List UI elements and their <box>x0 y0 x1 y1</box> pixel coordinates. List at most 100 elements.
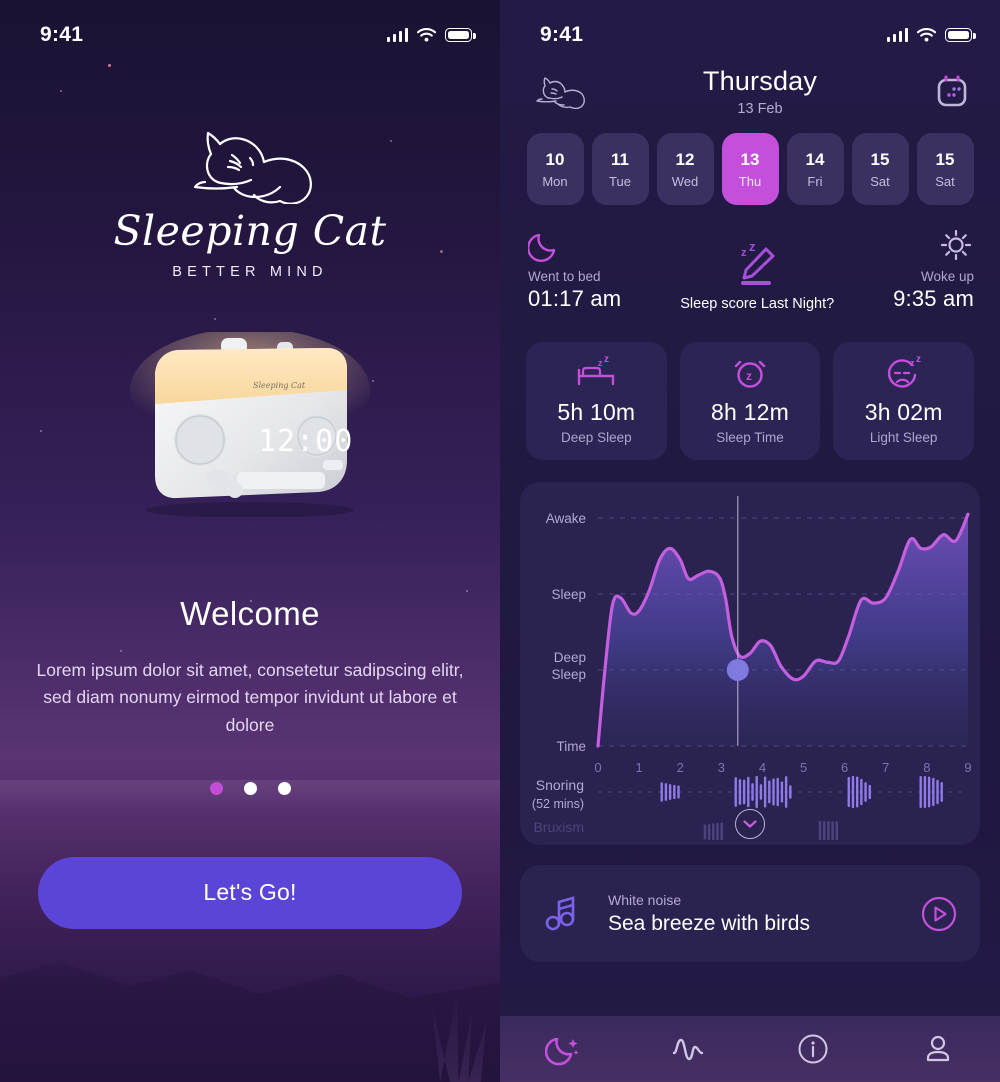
status-icons <box>886 28 976 42</box>
day-number: 15 <box>935 149 955 169</box>
white-noise-title: Sea breeze with birds <box>608 911 810 935</box>
sleep-stage-chart: AwakeSleepDeepSleepTime0 1 2 3 4 5 6 7 8 9 <box>546 496 972 775</box>
status-bar-right: 9:41 <box>500 0 1000 52</box>
day-weekday: Sat <box>870 173 890 189</box>
signal-bars-icon <box>886 28 908 42</box>
white-noise-card[interactable]: White noise Sea breeze with birds <box>520 865 980 962</box>
day-number: 12 <box>675 149 695 169</box>
svg-text:Deep: Deep <box>554 650 586 665</box>
pagination-dot-1[interactable] <box>209 781 223 795</box>
wifi-icon <box>417 28 436 42</box>
day-selector-strip[interactable]: 10 Mon 11 Tue 12 Wed 13 Thu 14 Fri 15 Sa… <box>500 117 1000 205</box>
sleeping-cat-logo-icon <box>193 131 312 204</box>
tab-sleep[interactable] <box>533 1026 593 1072</box>
stat-value: 3h 02m <box>864 399 943 425</box>
stat-caption: Light Sleep <box>869 430 938 445</box>
sleep-chart-card[interactable]: Awake Sleep Deep Sleep Time 0 1 2 3 4 5 6 7 8 9 Snorin… <box>520 482 980 845</box>
info-circle-icon <box>798 1034 827 1064</box>
pulse-wave-icon <box>672 1038 703 1061</box>
app-logo: Sleeping Cat BETTER MIND <box>0 120 500 280</box>
day-pill-1[interactable]: 11 Tue <box>591 133 649 205</box>
day-number: 14 <box>805 149 825 169</box>
day-pill-4[interactable]: 14 Fri <box>786 133 844 205</box>
expand-chart-button[interactable] <box>735 809 765 839</box>
stat-card-deep-sleep[interactable]: z z 5h 10m Deep Sleep <box>526 342 667 460</box>
svg-text:z: z <box>749 242 756 254</box>
svg-text:12:00: 12:00 <box>258 424 353 459</box>
person-icon <box>926 1035 949 1062</box>
header-title-block: Thursday 13 Feb <box>588 66 932 117</box>
day-pill-5[interactable]: 15 Sat <box>851 133 909 205</box>
day-pill-3-selected[interactable]: 13 Thu <box>721 133 779 205</box>
logo-tagline: BETTER MIND <box>172 264 328 281</box>
svg-text:Bruxism: Bruxism <box>533 819 584 835</box>
svg-text:z: z <box>746 369 752 383</box>
dashboard-header: Thursday 13 Feb <box>500 52 1000 117</box>
woke-up-value: 9:35 am <box>893 286 974 311</box>
woke-up-block: Woke up 9:35 am <box>893 229 974 312</box>
svg-text:Sleep: Sleep <box>551 667 586 682</box>
music-notes-icon <box>545 895 575 930</box>
tab-stats[interactable] <box>658 1026 718 1072</box>
signal-bars-icon <box>386 28 408 42</box>
onboarding-screen: 9:41 Sleeping Cat BETTER MIND 12:00 Slee… <box>0 0 500 1082</box>
svg-text:z: z <box>916 356 921 365</box>
wifi-icon <box>917 28 936 42</box>
svg-text:z: z <box>910 358 915 368</box>
day-weekday: Fri <box>807 173 823 189</box>
welcome-body: Lorem ipsum dolor sit amet, consetetur s… <box>36 660 464 735</box>
play-circle-icon[interactable] <box>920 895 958 933</box>
sunrise-alarm-clock-device: 12:00 Sleeping Cat <box>125 332 375 518</box>
sleep-dashboard-screen: 9:41 Thursday 13 Feb 10 Mon 11 Tue 12 We… <box>500 0 1000 1082</box>
welcome-block: Welcome Lorem ipsum dolor sit amet, cons… <box>0 595 500 739</box>
stat-caption: Deep Sleep <box>561 430 632 445</box>
calendar-icon[interactable] <box>932 72 972 112</box>
bed-summary-row: Went to bed 01:17 am z z Sleep score Las… <box>500 205 1000 312</box>
white-noise-kicker: White noise <box>608 891 682 908</box>
day-pill-0[interactable]: 10 Mon <box>526 133 584 205</box>
tab-profile[interactable] <box>908 1026 968 1072</box>
status-time: 9:41 <box>540 23 584 46</box>
pagination-dots[interactable] <box>0 781 500 795</box>
svg-text:(52 mins): (52 mins) <box>532 797 584 811</box>
sleep-score-question: Sleep score Last Night? <box>680 296 835 312</box>
bottom-tab-bar[interactable] <box>500 1016 1000 1082</box>
status-time: 9:41 <box>40 23 84 46</box>
sleeping-cat-icon[interactable] <box>532 75 588 109</box>
alarm-clock-z-icon: z <box>734 360 766 388</box>
lets-go-button[interactable]: Let's Go! <box>38 856 462 929</box>
stat-card-sleep-time[interactable]: z 8h 12m Sleep Time <box>679 342 821 460</box>
chevron-down-icon <box>743 820 757 828</box>
tab-info[interactable] <box>783 1026 843 1072</box>
status-bar-left: 9:41 <box>0 0 500 52</box>
sleep-score-block[interactable]: z z Sleep score Last Night? <box>680 242 834 312</box>
day-number: 11 <box>611 149 629 169</box>
day-weekday: Mon <box>542 173 568 189</box>
pagination-dot-3[interactable] <box>277 781 291 795</box>
pagination-dot-2[interactable] <box>243 781 257 795</box>
logo-wordmark: Sleeping Cat <box>113 207 387 255</box>
stat-value: 8h 12m <box>711 399 789 425</box>
stat-caption: Sleep Time <box>716 430 784 445</box>
sun-icon <box>940 229 972 261</box>
page-title: Welcome <box>180 595 320 633</box>
day-pill-6[interactable]: 15 Sat <box>916 133 974 205</box>
woke-up-label: Woke up <box>920 269 974 284</box>
sleepy-face-icon: z z <box>887 356 921 388</box>
dual-screen-mockup: 9:41 Sleeping Cat BETTER MIND 12:00 Slee… <box>0 0 1000 1082</box>
battery-icon <box>945 28 976 42</box>
moon-stars-icon <box>544 1037 578 1066</box>
svg-text:Sleeping Cat: Sleeping Cat <box>253 381 306 390</box>
svg-text:Time: Time <box>557 739 587 754</box>
svg-text:z: z <box>741 247 747 259</box>
day-number: 10 <box>545 149 565 169</box>
svg-text:Snoring: Snoring <box>536 777 584 793</box>
day-number: 15 <box>870 149 890 169</box>
stat-card-light-sleep[interactable]: z z 3h 02m Light Sleep <box>833 342 975 460</box>
status-icons <box>386 28 476 42</box>
day-pill-2[interactable]: 12 Wed <box>656 133 714 205</box>
went-to-bed-block: Went to bed 01:17 am <box>528 229 621 312</box>
battery-icon <box>445 28 476 42</box>
page-title: Thursday <box>702 66 818 96</box>
sleep-stats-row: z z 5h 10m Deep Sleep z 8h 12m Sleep Tim… <box>500 312 1000 460</box>
